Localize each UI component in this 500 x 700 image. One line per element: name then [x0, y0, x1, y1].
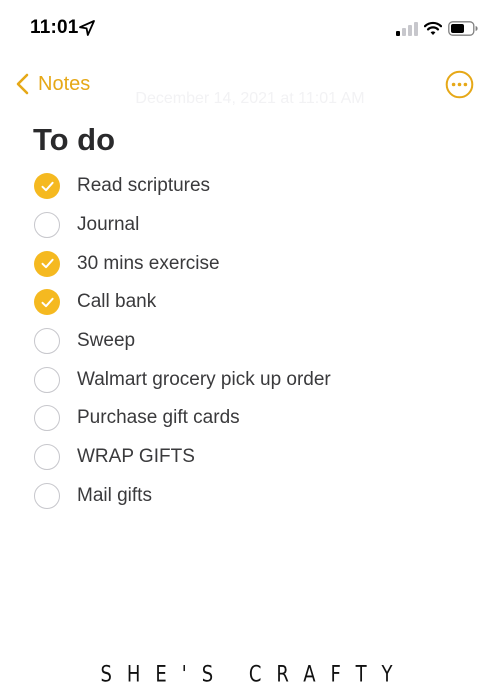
location-arrow-icon	[79, 20, 95, 36]
checklist-item-text[interactable]: WRAP GIFTS	[77, 446, 195, 468]
checklist-item[interactable]: Walmart grocery pick up order	[34, 360, 474, 399]
unchecked-checkbox[interactable]	[34, 212, 60, 239]
watermark-logo: SHE'S CRAFTY	[100, 661, 408, 688]
checklist-item[interactable]: Purchase gift cards	[34, 399, 474, 438]
checklist-item[interactable]: Sweep	[34, 322, 474, 361]
checklist-item[interactable]: Read scriptures	[34, 167, 474, 206]
wifi-icon	[424, 21, 442, 35]
status-bar: 11:01	[0, 0, 500, 60]
note-title[interactable]: To do	[33, 122, 115, 158]
unchecked-checkbox[interactable]	[34, 328, 60, 355]
checklist-item-text[interactable]: 30 mins exercise	[77, 253, 220, 275]
checklist-item[interactable]: Call bank	[34, 283, 474, 322]
checklist-item-text[interactable]: Call bank	[77, 291, 156, 313]
checklist-item[interactable]: Mail gifts	[34, 477, 474, 516]
note-date: December 14, 2021 at 11:01 AM	[135, 90, 365, 107]
unchecked-checkbox[interactable]	[34, 405, 60, 432]
checked-checkbox[interactable]	[34, 289, 60, 316]
status-time: 11:01	[30, 17, 79, 38]
checkmark-icon	[41, 181, 54, 192]
checked-checkbox[interactable]	[34, 250, 60, 277]
checklist-item[interactable]: WRAP GIFTS	[34, 438, 474, 477]
checkmark-icon	[41, 259, 54, 269]
checklist-item-text[interactable]: Purchase gift cards	[77, 407, 240, 429]
checklist-item-text[interactable]: Mail gifts	[77, 485, 152, 507]
battery-icon	[448, 21, 478, 36]
unchecked-checkbox[interactable]	[34, 444, 60, 471]
checklist-item-text[interactable]: Read scriptures	[77, 175, 210, 197]
checklist-item-text[interactable]: Journal	[77, 214, 139, 236]
unchecked-checkbox[interactable]	[34, 482, 60, 509]
checklist-item-text[interactable]: Sweep	[77, 330, 135, 352]
checklist: Read scriptures Journal 30 mins exercise Ca…	[34, 167, 474, 515]
checklist-item[interactable]: 30 mins exercise	[34, 244, 474, 283]
checklist-item[interactable]: Journal	[34, 206, 474, 245]
unchecked-checkbox[interactable]	[34, 366, 60, 393]
checklist-item-text[interactable]: Walmart grocery pick up order	[77, 369, 331, 391]
checkmark-icon	[41, 297, 54, 308]
cellular-signal-icon	[396, 22, 418, 36]
checked-checkbox[interactable]	[34, 173, 60, 200]
